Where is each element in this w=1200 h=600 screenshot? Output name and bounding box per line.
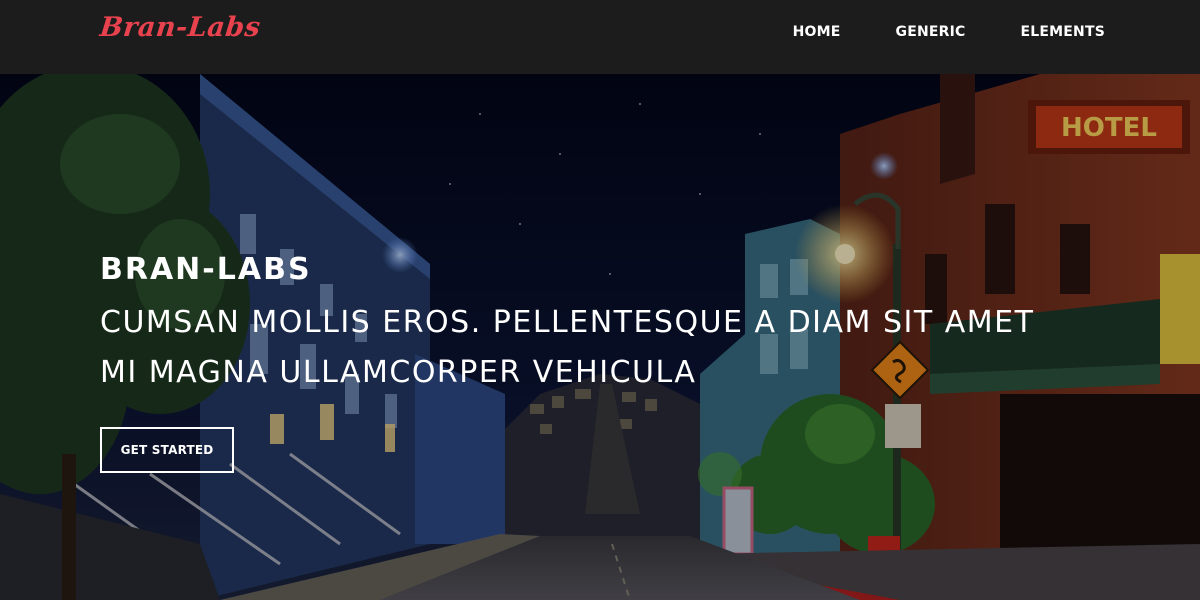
hero-subtitle-line-2: MI MAGNA ULLAMCORPER VEHICULA [100,355,697,390]
main-nav: HOME GENERIC ELEMENTS [738,22,1105,42]
hero-banner: HOTEL BRAN-LABS CUMSAN MOLLIS EROS. PELL… [0,74,1200,600]
hero-content: BRAN-LABS CUMSAN MOLLIS EROS. PELLENTESQ… [100,250,1100,398]
get-started-button[interactable]: GET STARTED [100,427,234,473]
hero-subtitle: CUMSAN MOLLIS EROS. PELLENTESQUE A DIAM … [100,298,1100,398]
hero-title: BRAN-LABS [100,252,312,287]
site-logo[interactable]: Bran-Labs [98,12,262,43]
hero-subtitle-line-1: CUMSAN MOLLIS EROS. PELLENTESQUE A DIAM … [100,305,1035,340]
nav-link-elements[interactable]: ELEMENTS [1021,22,1106,42]
nav-link-home[interactable]: HOME [793,22,841,42]
nav-link-generic[interactable]: GENERIC [896,22,966,42]
top-navbar: Bran-Labs HOME GENERIC ELEMENTS [0,0,1200,74]
